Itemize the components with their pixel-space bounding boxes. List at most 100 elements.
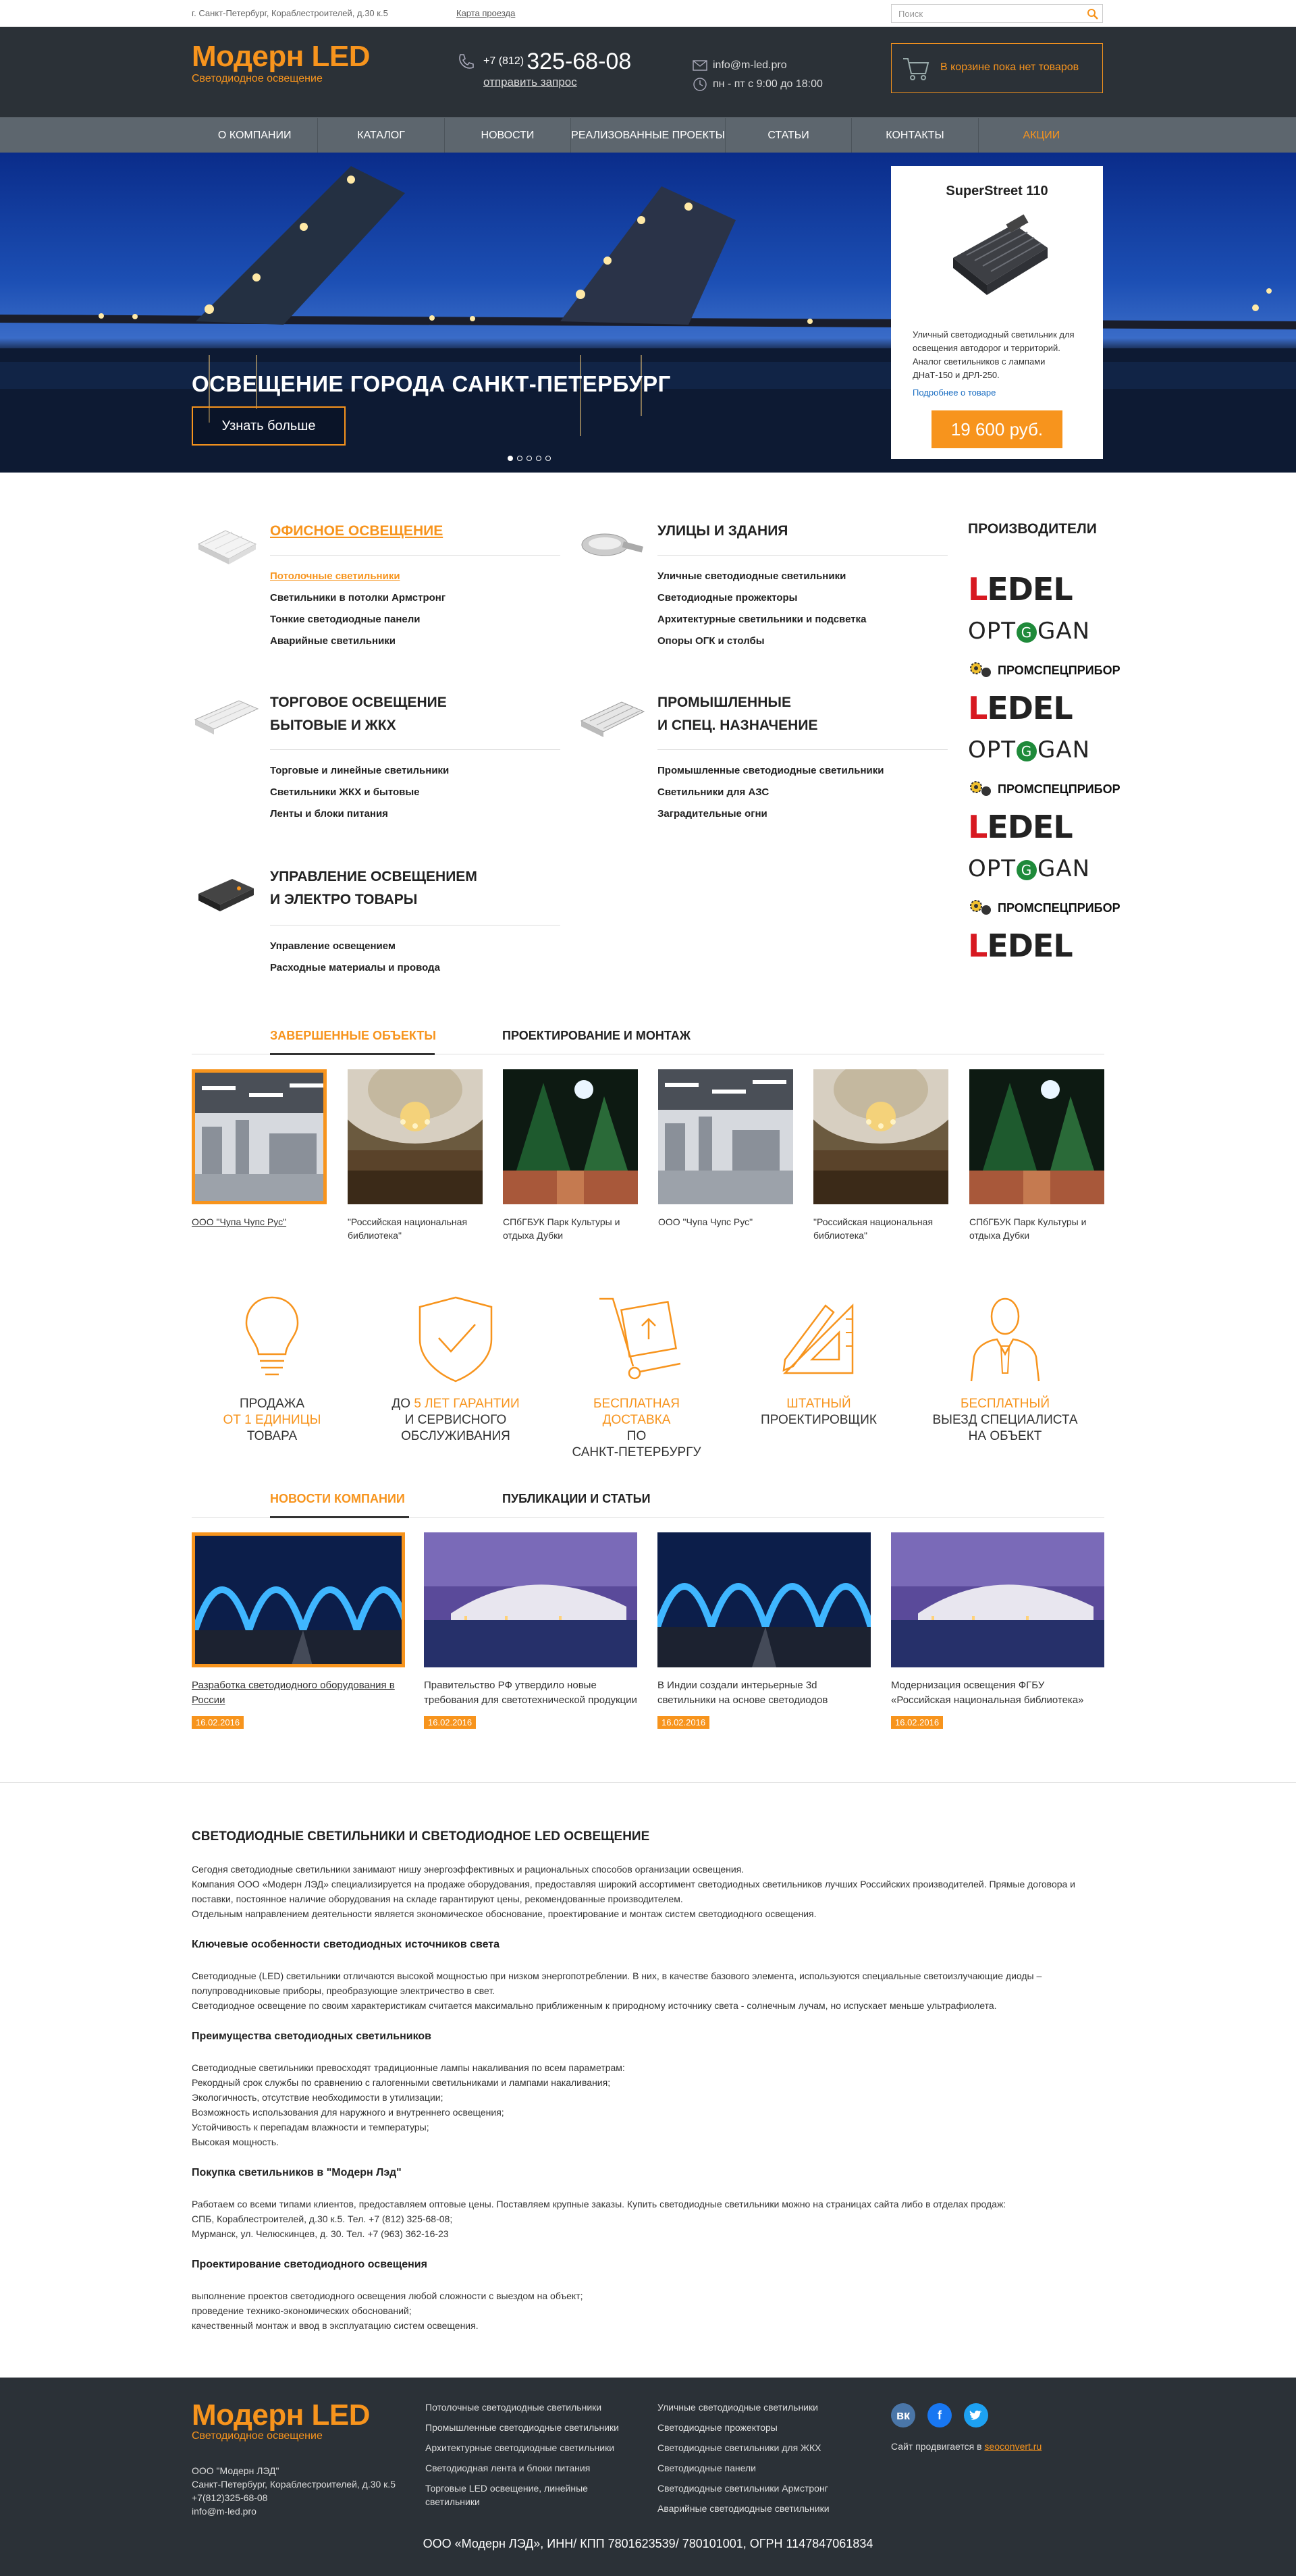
cat-link[interactable]: Заградительные огни [657,803,884,825]
object-photo[interactable] [503,1069,638,1204]
footer-link[interactable]: Уличные светодиодные светильники [657,2400,860,2414]
cat-link[interactable]: Тонкие светодиодные панели [270,609,446,630]
cat-retail-title[interactable]: ТОРГОВОЕ ОСВЕЩЕНИЕ БЫТОВЫЕ И ЖКХ [270,691,447,737]
object-card[interactable]: "Российская национальная библиотека" [813,1069,948,1242]
tab-design[interactable]: ПРОЕКТИРОВАНИЕ И МОНТАЖ [502,1029,691,1043]
nav-promotions[interactable]: АКЦИИ [979,118,1104,153]
cat-link[interactable]: Расходные материалы и провода [270,957,440,979]
cat-link[interactable]: Светильники для АЗС [657,782,884,803]
promspec-logo[interactable]: ПРОМСПЕЦПРИБОР [968,653,1120,687]
request-link[interactable]: отправить запрос [483,76,577,89]
object-photo[interactable] [969,1069,1104,1204]
ledel-logo[interactable]: LEDEL [968,929,1103,963]
news-card[interactable]: Модернизация освещения ФГБУ «Российская … [891,1532,1104,1729]
footer-link[interactable]: Аварийные светодиодные светильники [657,2502,860,2515]
object-caption[interactable]: СПбГБУК Парк Культуры и отдыха Дубки [503,1215,638,1242]
ledel-logo[interactable]: LEDEL [968,810,1103,844]
news-photo[interactable] [424,1532,637,1667]
footer-link[interactable]: Архитектурные светодиодные светильники [425,2441,628,2454]
cat-link[interactable]: Аварийные светильники [270,630,446,652]
ledel-logo[interactable]: LEDEL [968,572,1103,606]
ledel-logo[interactable]: LEDEL [968,691,1103,725]
vk-icon[interactable]: вк [891,2403,915,2427]
cart-button[interactable]: В корзине пока нет товаров [891,43,1103,93]
news-photo[interactable] [657,1532,871,1667]
footer-link[interactable]: Промышленные светодиодные светильники [425,2421,628,2434]
map-link[interactable]: Карта проезда [456,8,515,18]
nav-articles[interactable]: СТАТЬИ [726,118,853,153]
promo-more-link[interactable]: Подробнее о товаре [913,387,996,398]
cat-streets-title[interactable]: УЛИЦЫ И ЗДАНИЯ [657,520,788,543]
object-photo[interactable] [348,1069,483,1204]
tab-completed[interactable]: ЗАВЕРШЕННЫЕ ОБЪЕКТЫ [270,1029,436,1043]
cat-link[interactable]: Ленты и блоки питания [270,803,449,825]
cat-link[interactable]: Опоры ОГК и столбы [657,630,866,652]
promo-price[interactable]: 19 600 руб. [932,410,1062,448]
news-card[interactable]: В Индии создали интерьерные 3d светильни… [657,1532,871,1729]
cat-link[interactable]: Уличные светодиодные светильники [657,566,866,587]
footer-phone[interactable]: +7(812)325-68-08 [192,2491,396,2504]
optogan-logo[interactable]: OPT G GAN [968,852,1103,886]
news-title[interactable]: В Индии создали интерьерные 3d светильни… [657,1678,871,1708]
nav-news[interactable]: НОВОСТИ [445,118,572,153]
object-caption[interactable]: "Российская национальная библиотека" [348,1215,483,1242]
news-title[interactable]: Разработка светодиодного оборудования в … [192,1678,405,1708]
nav-catalog[interactable]: КАТАЛОГ [318,118,445,153]
seo-developer-link[interactable]: seoconvert.ru [984,2441,1042,2452]
footer-email[interactable]: info@m-led.pro [192,2504,396,2518]
footer-logo[interactable]: Модерн LED Светодиодное освещение [192,2400,371,2442]
promspec-logo[interactable]: ПРОМСПЕЦПРИБОР [968,891,1120,925]
header-email[interactable]: info@m-led.pro [693,59,787,72]
footer-link[interactable]: Потолочные светодиодные светильники [425,2400,628,2414]
search-icon[interactable] [1086,7,1100,21]
cat-link[interactable]: Промышленные светодиодные светильники [657,760,884,782]
cat-link[interactable]: Торговые и линейные светильники [270,760,449,782]
cat-control-title[interactable]: УПРАВЛЕНИЕ ОСВЕЩЕНИЕМ И ЭЛЕКТРО ТОВАРЫ [270,865,477,911]
slider-dot[interactable] [508,456,513,461]
news-card[interactable]: Правительство РФ утвердило новые требова… [424,1532,637,1729]
cat-link[interactable]: Светодиодные прожекторы [657,587,866,609]
cat-office-title[interactable]: ОФИСНОЕ ОСВЕЩЕНИЕ [270,520,443,543]
footer-link[interactable]: Светодиодные прожекторы [657,2421,860,2434]
news-photo[interactable] [192,1532,405,1667]
search-input[interactable]: Поиск [891,4,1103,23]
cat-industrial-title[interactable]: ПРОМЫШЛЕННЫЕ И СПЕЦ. НАЗНАЧЕНИЕ [657,691,817,737]
news-photo[interactable] [891,1532,1104,1667]
object-card[interactable]: "Российская национальная библиотека" [348,1069,483,1242]
object-photo[interactable] [813,1069,948,1204]
tab-publications[interactable]: ПУБЛИКАЦИИ И СТАТЬИ [502,1492,651,1506]
cat-link[interactable]: Светильники в потолки Армстронг [270,587,446,609]
news-title[interactable]: Правительство РФ утвердило новые требова… [424,1678,637,1708]
facebook-icon[interactable]: f [927,2403,952,2427]
nav-about[interactable]: О КОМПАНИИ [192,118,319,153]
cat-link[interactable]: Управление освещением [270,936,440,957]
object-photo[interactable] [658,1069,793,1204]
footer-link[interactable]: Светодиодные светильники Армстронг [657,2481,860,2495]
promo-title[interactable]: SuperStreet 110 [891,184,1103,199]
object-caption[interactable]: "Российская национальная библиотека" [813,1215,948,1242]
slider-dot[interactable] [517,456,522,461]
optogan-logo[interactable]: OPT G GAN [968,733,1103,767]
object-caption[interactable]: ООО "Чупа Чупс Рус" [658,1215,793,1229]
object-photo[interactable] [192,1069,327,1204]
object-card[interactable]: СПбГБУК Парк Культуры и отдыха Дубки [969,1069,1104,1242]
news-card[interactable]: Разработка светодиодного оборудования в … [192,1532,405,1729]
nav-projects[interactable]: РЕАЛИЗОВАННЫЕ ПРОЕКТЫ [571,118,726,153]
twitter-icon[interactable] [964,2403,988,2427]
cat-link[interactable]: Архитектурные светильники и подсветка [657,609,866,630]
object-caption[interactable]: ООО "Чупа Чупс Рус" [192,1215,327,1229]
object-card[interactable]: ООО "Чупа Чупс Рус" [658,1069,793,1229]
tab-company-news[interactable]: НОВОСТИ КОМПАНИИ [270,1492,405,1506]
slider-dot[interactable] [526,456,532,461]
promspec-logo[interactable]: ПРОМСПЕЦПРИБОР [968,772,1120,806]
optogan-logo[interactable]: OPT G GAN [968,614,1103,648]
cat-link[interactable]: Потолочные светильники [270,566,446,587]
object-card[interactable]: СПбГБУК Парк Культуры и отдыха Дубки [503,1069,638,1242]
footer-link[interactable]: Светодиодные светильники для ЖКХ [657,2441,860,2454]
cat-link[interactable]: Светильники ЖКХ и бытовые [270,782,449,803]
logo[interactable]: Модерн LED Светодиодное освещение [192,42,371,85]
slider-dot[interactable] [545,456,551,461]
footer-link[interactable]: Светодиодные панели [657,2461,860,2475]
slider-dot[interactable] [536,456,541,461]
hero-more-button[interactable]: Узнать больше [192,406,346,446]
